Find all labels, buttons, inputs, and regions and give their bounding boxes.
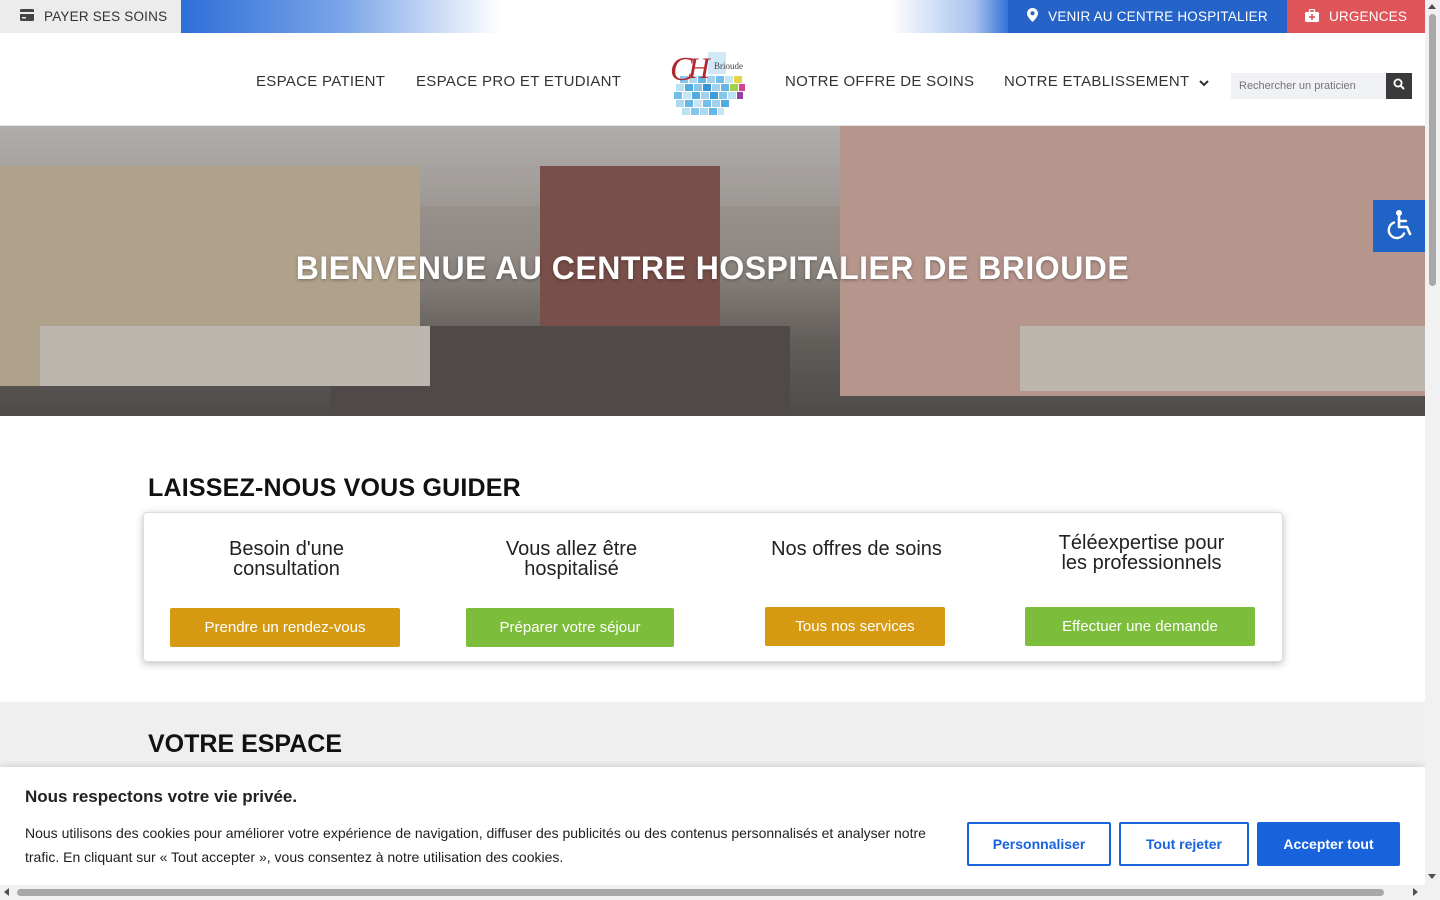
vertical-scroll-thumb[interactable]: [1429, 14, 1436, 286]
cookie-title: Nous respectons votre vie privée.: [25, 787, 298, 806]
all-services-button[interactable]: Tous nos services: [765, 607, 945, 646]
guide-text-line2: les professionnels: [1061, 552, 1222, 574]
nav-offre-soins[interactable]: NOTRE OFFRE DE SOINS: [785, 73, 974, 90]
logo-graphic: C H: [670, 51, 745, 115]
chevron-down-icon: [1199, 74, 1210, 91]
customize-cookies-button[interactable]: Personnaliser: [967, 822, 1111, 866]
book-appointment-button[interactable]: Prendre un rendez-vous: [170, 608, 400, 647]
guide-column-teleexpertise: Téléexpertise pour les professionnels Ef…: [999, 513, 1284, 663]
guide-text-line1: Nos offres de soins: [771, 538, 942, 560]
scroll-down-arrow-icon[interactable]: [1428, 874, 1436, 879]
logo-text: Brioude: [714, 61, 743, 71]
nav-etablissement-label: NOTRE ETABLISSEMENT: [1004, 73, 1190, 90]
search-button[interactable]: [1386, 73, 1412, 99]
practitioner-search: [1231, 73, 1412, 99]
hospital-logo[interactable]: C H Brioude: [666, 46, 750, 118]
pay-care-label: PAYER SES SOINS: [44, 9, 168, 24]
guide-column-consultation: Besoin d'une consultation Prendre un ren…: [144, 513, 429, 663]
scroll-left-arrow-icon[interactable]: [4, 888, 9, 896]
guide-text-line1: Besoin d'une: [228, 538, 345, 560]
guide-text-line1: Téléexpertise pour: [1058, 532, 1225, 554]
guide-card: Besoin d'une consultation Prendre un ren…: [143, 512, 1283, 662]
top-bar: PAYER SES SOINS VENIR AU CENTRE HOSPITAL…: [0, 0, 1425, 33]
horizontal-scrollbar[interactable]: [0, 885, 1440, 900]
horizontal-scroll-thumb[interactable]: [17, 889, 1384, 896]
cookie-text: Nous utilisons des cookies pour améliore…: [25, 825, 926, 865]
nav-espace-patient[interactable]: ESPACE PATIENT: [256, 73, 385, 90]
hero-banner: BIENVENUE AU CENTRE HOSPITALIER DE BRIOU…: [0, 126, 1425, 416]
svg-text:H: H: [687, 52, 712, 85]
votre-espace-title: VOTRE ESPACE: [148, 730, 343, 758]
guide-text-line2: consultation: [233, 558, 340, 580]
guide-text-line2: hospitalisé: [524, 558, 619, 580]
guide-column-offres: Nos offres de soins Tous nos services: [714, 513, 999, 663]
guide-section-title: LAISSEZ-NOUS VOUS GUIDER: [148, 474, 521, 502]
guide-text-line1: Vous allez être: [505, 538, 638, 560]
nav-espace-pro[interactable]: ESPACE PRO ET ETUDIANT: [416, 73, 621, 90]
scroll-up-arrow-icon[interactable]: [1428, 4, 1436, 9]
nav-etablissement[interactable]: NOTRE ETABLISSEMENT: [1004, 73, 1210, 91]
map-pin-icon: [1027, 8, 1039, 25]
guide-column-hospitalisation: Vous allez être hospitalisé Préparer vot…: [429, 513, 714, 663]
reject-cookies-button[interactable]: Tout rejeter: [1119, 822, 1249, 866]
search-icon: [1393, 77, 1405, 95]
request-button[interactable]: Effectuer une demande: [1025, 607, 1255, 646]
top-bar-gradient-left: [181, 0, 501, 33]
directions-button[interactable]: VENIR AU CENTRE HOSPITALIER: [1008, 0, 1287, 33]
emergency-label: URGENCES: [1328, 9, 1408, 24]
wheelchair-icon: [1383, 208, 1415, 245]
vertical-scrollbar[interactable]: [1425, 0, 1440, 885]
directions-label: VENIR AU CENTRE HOSPITALIER: [1048, 9, 1268, 24]
scroll-right-arrow-icon[interactable]: [1413, 888, 1418, 896]
medical-kit-icon: [1304, 8, 1319, 25]
hero-title: BIENVENUE AU CENTRE HOSPITALIER DE BRIOU…: [295, 250, 1130, 286]
credit-card-icon: [20, 9, 34, 24]
prepare-stay-button[interactable]: Préparer votre séjour: [466, 608, 674, 647]
cookie-banner: Nous respectons votre vie privée. Nous u…: [0, 767, 1425, 885]
accessibility-button[interactable]: [1373, 200, 1425, 252]
top-bar-gradient-right: [890, 0, 1010, 33]
pay-care-button[interactable]: PAYER SES SOINS: [0, 0, 181, 33]
main-navigation: ESPACE PATIENT ESPACE PRO ET ETUDIANT C …: [0, 33, 1425, 126]
search-input[interactable]: [1231, 73, 1386, 99]
emergency-button[interactable]: URGENCES: [1287, 0, 1425, 33]
accept-cookies-button[interactable]: Accepter tout: [1257, 822, 1400, 866]
